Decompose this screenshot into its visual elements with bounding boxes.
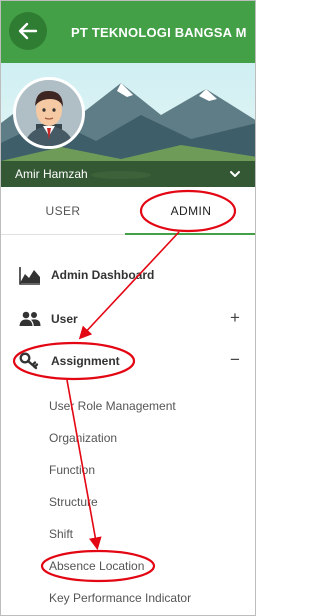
menu-item-admin-dashboard[interactable]: Admin Dashboard bbox=[1, 255, 255, 295]
active-tab-indicator bbox=[125, 233, 255, 235]
submenu-label: Shift bbox=[49, 527, 74, 541]
app-title: PT TEKNOLOGI BANGSA M bbox=[71, 25, 247, 40]
user-name: Amir Hamzah bbox=[15, 167, 88, 181]
submenu-item-shift[interactable]: Shift bbox=[1, 520, 255, 548]
tab-admin[interactable]: ADMIN bbox=[125, 187, 255, 235]
submenu-item-organization[interactable]: Organization bbox=[1, 424, 255, 452]
submenu-label: Structure bbox=[49, 495, 98, 509]
submenu-item-structure[interactable]: Structure bbox=[1, 488, 255, 516]
avatar-illustration bbox=[16, 80, 82, 146]
menu-label-admin-dashboard: Admin Dashboard bbox=[51, 268, 155, 282]
submenu-label: User Role Management bbox=[49, 399, 176, 413]
submenu-label: Key Performance Indicator bbox=[49, 591, 192, 605]
submenu-label: Function bbox=[49, 463, 96, 477]
people-icon bbox=[19, 311, 41, 326]
app-bar: PT TEKNOLOGI BANGSA M bbox=[1, 1, 255, 63]
menu-label-user: User bbox=[51, 312, 78, 326]
menu-label-assignment: Assignment bbox=[51, 354, 120, 368]
arrow-left-icon bbox=[18, 22, 38, 40]
submenu-item-function[interactable]: Function bbox=[1, 456, 255, 484]
tab-user[interactable]: USER bbox=[1, 187, 125, 235]
tab-bar: USER ADMIN bbox=[1, 187, 255, 235]
back-button[interactable] bbox=[9, 12, 47, 50]
avatar[interactable] bbox=[13, 77, 85, 149]
app-window: PT TEKNOLOGI BANGSA M Amir Hamzah USER A… bbox=[0, 0, 256, 616]
profile-banner: Amir Hamzah bbox=[1, 63, 255, 187]
expand-plus-icon[interactable]: + bbox=[225, 308, 245, 328]
menu-item-assignment[interactable]: Assignment − bbox=[1, 341, 255, 381]
submenu-item-key-performance-indicator[interactable]: Key Performance Indicator bbox=[1, 584, 255, 612]
submenu-item-absence-location[interactable]: Absence Location bbox=[1, 552, 255, 580]
area-chart-icon bbox=[19, 267, 40, 285]
menu-item-user[interactable]: User + bbox=[1, 299, 255, 339]
submenu-label: Organization bbox=[49, 431, 118, 445]
submenu-label: Absence Location bbox=[49, 559, 145, 573]
key-icon bbox=[19, 352, 39, 370]
submenu-item-user-role-management[interactable]: User Role Management bbox=[1, 392, 255, 420]
chevron-down-icon[interactable] bbox=[227, 166, 243, 182]
collapse-minus-icon[interactable]: − bbox=[225, 350, 245, 370]
